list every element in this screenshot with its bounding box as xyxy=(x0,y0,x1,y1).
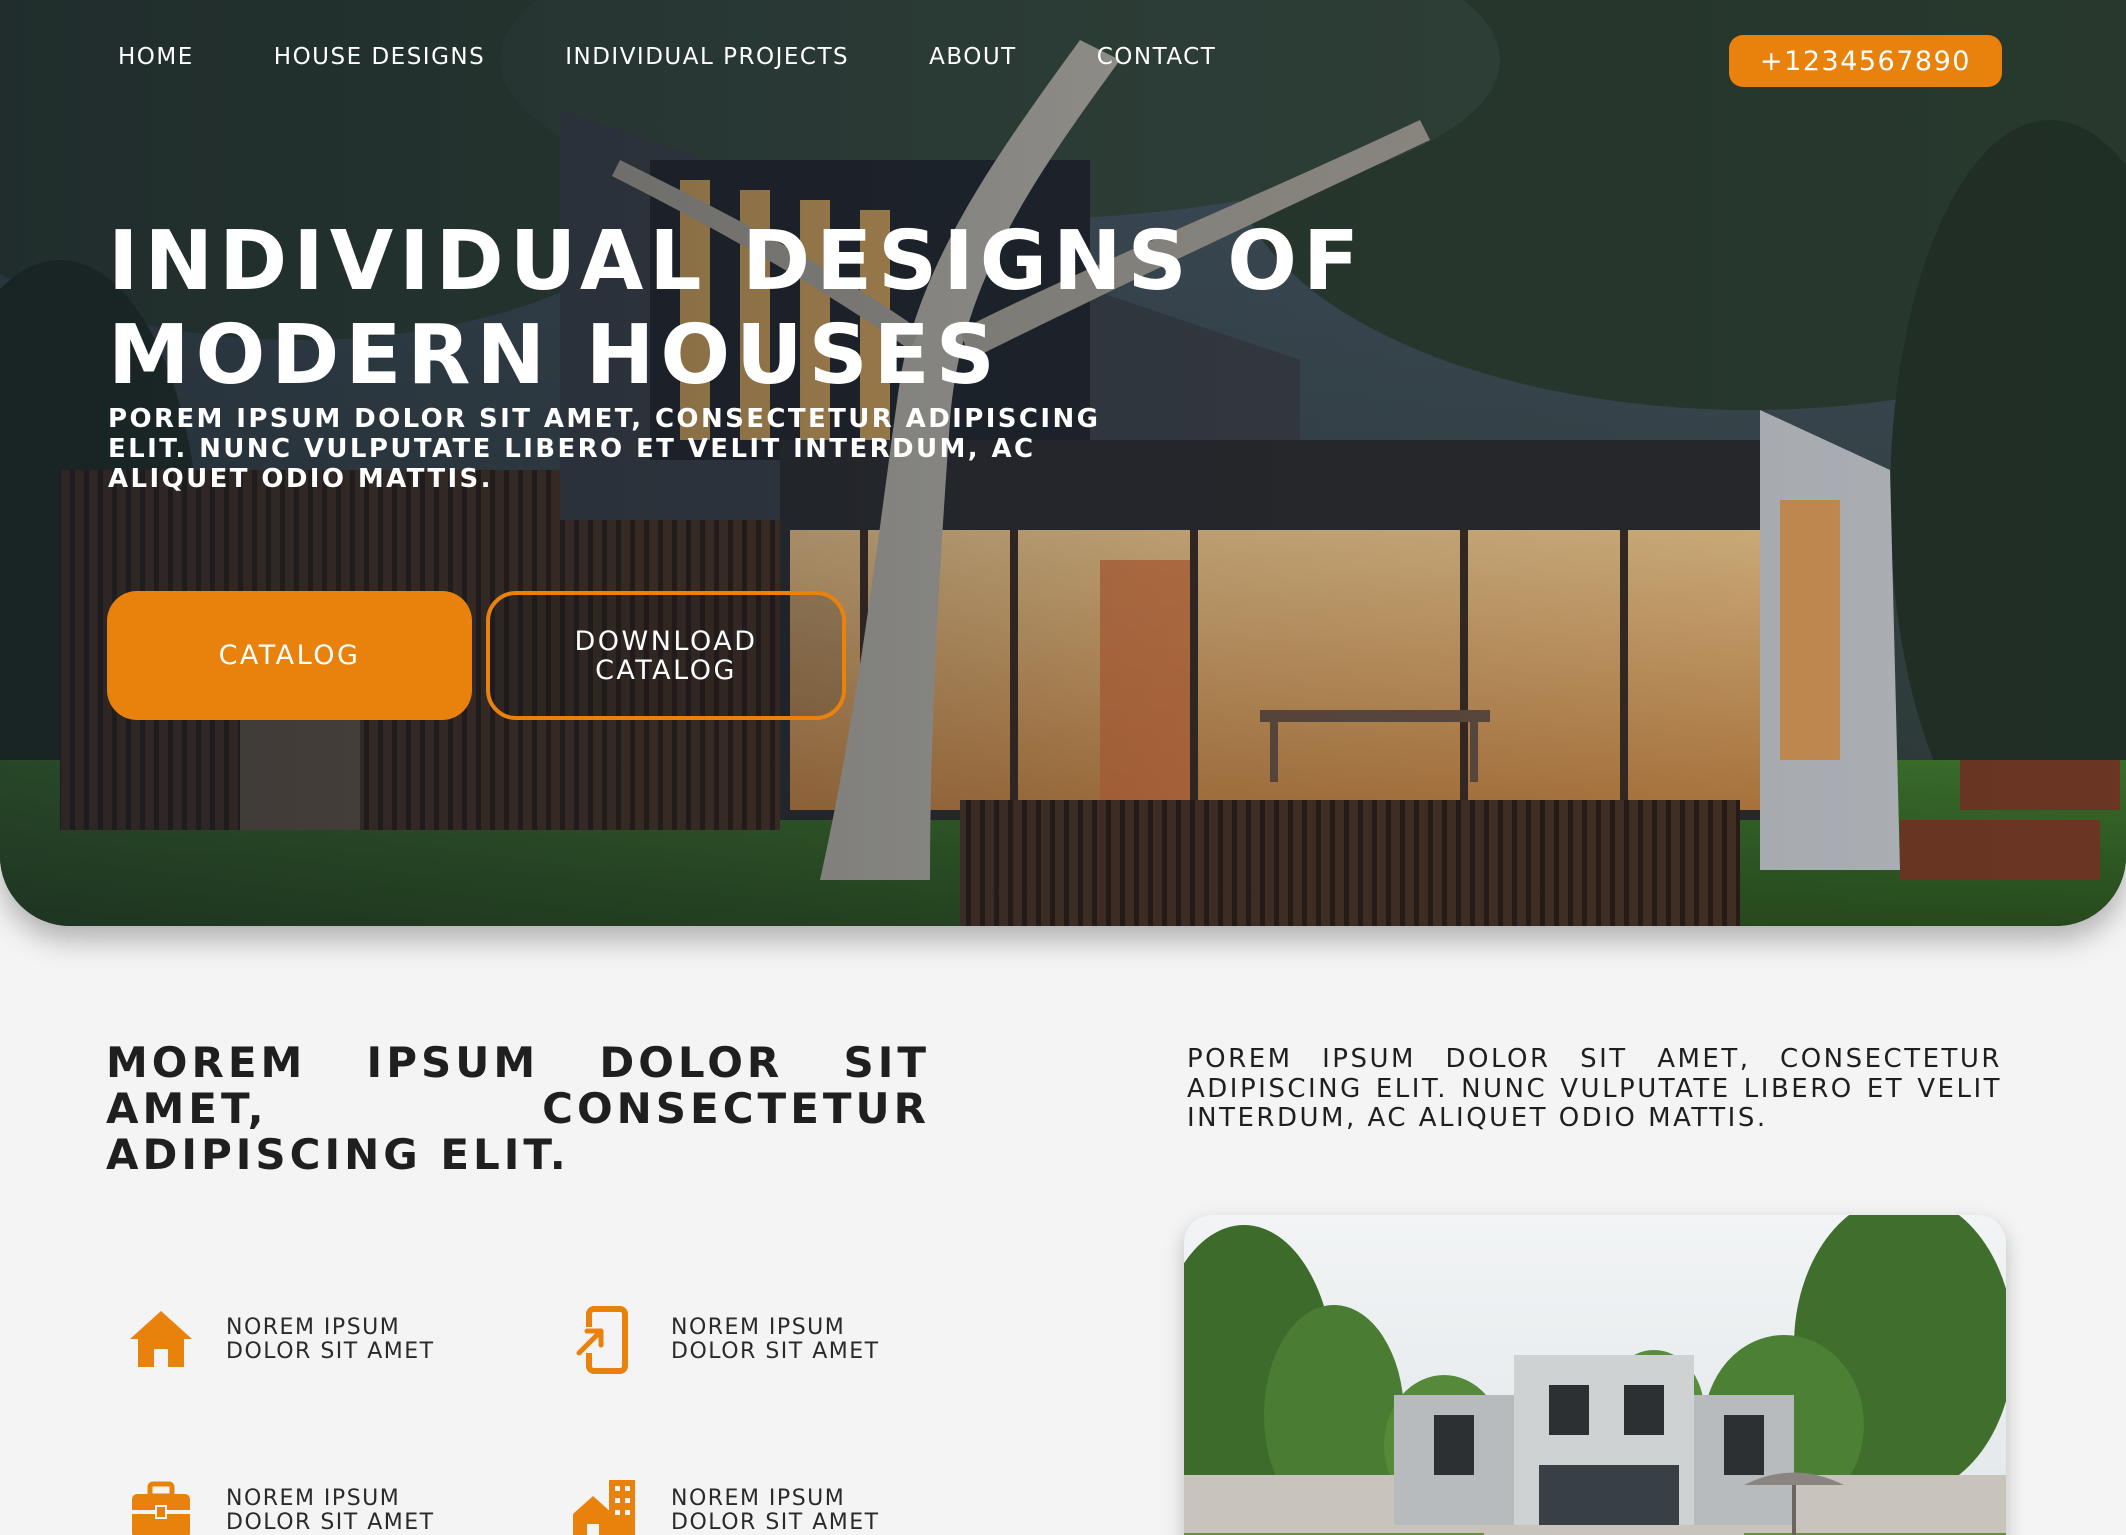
feature-label: NOREM IPSUM DOLOR SIT AMET xyxy=(226,1486,435,1535)
buildings-icon xyxy=(573,1480,635,1535)
briefcase-icon xyxy=(132,1481,190,1535)
feature-item: NOREM IPSUM DOLOR SIT AMET xyxy=(126,1305,486,1375)
feature-item: NOREM IPSUM DOLOR SIT AMET xyxy=(571,1476,931,1535)
main-nav: HOME HOUSE DESIGNS INDIVIDUAL PROJECTS A… xyxy=(118,44,1216,70)
house-icon xyxy=(130,1311,192,1367)
download-catalog-button[interactable]: DOWNLOAD CATALOG xyxy=(486,591,846,720)
section-text: POREM IPSUM DOLOR SIT AMET, CONSECTETUR … xyxy=(1187,1044,2002,1133)
feature-item: NOREM IPSUM DOLOR SIT AMET xyxy=(126,1476,486,1535)
nav-home[interactable]: HOME xyxy=(118,44,194,70)
phone-button[interactable]: +1234567890 xyxy=(1729,35,2002,87)
nav-contact[interactable]: CONTACT xyxy=(1097,44,1217,70)
feature-label: NOREM IPSUM DOLOR SIT AMET xyxy=(671,1486,880,1535)
nav-individual-projects[interactable]: INDIVIDUAL PROJECTS xyxy=(565,44,849,70)
feature-label: NOREM IPSUM DOLOR SIT AMET xyxy=(671,1315,880,1364)
section-heading: MOREM IPSUM DOLOR SIT AMET, CONSECTETUR … xyxy=(106,1038,930,1179)
house-illustration xyxy=(1184,1215,2006,1535)
nav-about[interactable]: ABOUT xyxy=(929,44,1017,70)
hero-subtitle: POREM IPSUM DOLOR SIT AMET, CONSECTETUR … xyxy=(108,404,1101,494)
catalog-button[interactable]: CATALOG xyxy=(107,591,472,720)
hero-title: INDIVIDUAL DESIGNS OF MODERN HOUSES xyxy=(108,214,1365,403)
nav-house-designs[interactable]: HOUSE DESIGNS xyxy=(274,44,485,70)
modern-house-photo xyxy=(1184,1215,2006,1535)
phone-share-icon xyxy=(576,1306,628,1374)
hero-banner: HOME HOUSE DESIGNS INDIVIDUAL PROJECTS A… xyxy=(0,0,2126,926)
feature-label: NOREM IPSUM DOLOR SIT AMET xyxy=(226,1315,435,1364)
feature-item: NOREM IPSUM DOLOR SIT AMET xyxy=(571,1305,931,1375)
